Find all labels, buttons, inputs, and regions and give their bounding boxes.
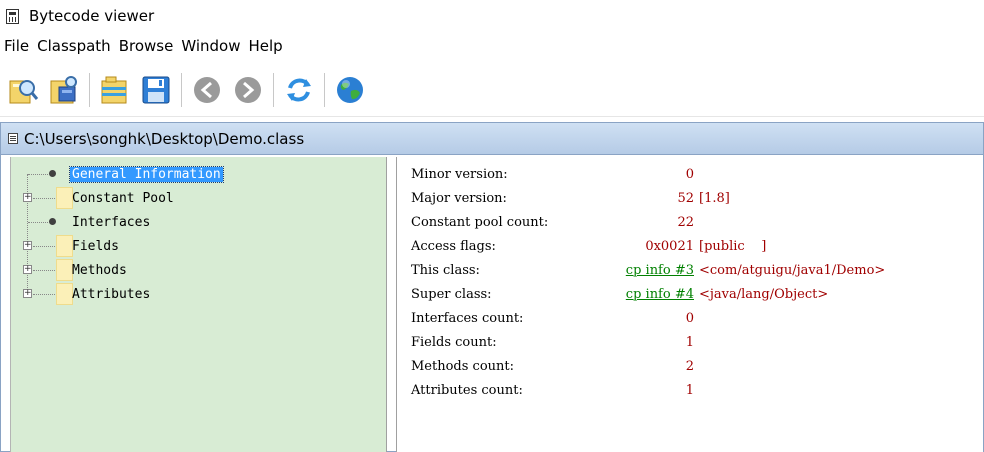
open-class-icon [9,79,39,103]
menu-help[interactable]: Help [248,37,282,55]
expand-icon[interactable]: + [23,265,32,274]
reload-button[interactable] [280,71,318,109]
tree-connector [33,294,55,295]
detail-label: Major version: [411,190,507,206]
tree-item-label: Constant Pool [72,190,174,206]
detail-label: Interfaces count: [411,310,524,326]
detail-extra: <com/atguigu/java1/Demo> [699,262,886,278]
tree-connector [28,174,48,175]
cp-info-link[interactable]: cp info #3 [626,263,694,278]
detail-row-this-class: This class: cp info #3 <com/atguigu/java… [411,258,981,282]
detail-value: 0 [685,310,694,326]
detail-value: 1 [685,382,694,398]
browser-button[interactable] [331,71,369,109]
open-jar-button[interactable] [45,71,83,109]
class-structure-tree: General Information + Constant Pool Inte… [10,157,387,452]
detail-label: Constant pool count: [411,214,549,230]
menu-browse[interactable]: Browse [119,37,174,55]
detail-row-constant-pool-count: Constant pool count: 22 [411,210,981,234]
expand-icon[interactable]: + [23,241,32,250]
tree-item-methods[interactable]: + Methods [11,258,388,282]
detail-label: Super class: [411,286,492,302]
detail-label: Access flags: [411,238,496,254]
detail-value: 2 [685,358,694,374]
detail-row-attributes-count: Attributes count: 1 [411,378,981,402]
detail-row-major-version: Major version: 52 [1.8] [411,186,981,210]
cp-info-link[interactable]: cp info #4 [626,287,694,302]
tree-item-interfaces[interactable]: Interfaces [11,210,388,234]
detail-extra: <java/lang/Object> [699,286,829,302]
detail-row-access-flags: Access flags: 0x0021 [public ] [411,234,981,258]
forward-button[interactable] [229,71,267,109]
detail-label: This class: [411,262,480,278]
tree-connector [28,222,48,223]
open-folder-button[interactable] [96,71,134,109]
reload-icon [287,78,311,101]
tree-item-label: Fields [72,238,119,254]
toolbar-separator [324,72,325,107]
expand-icon[interactable]: + [23,289,32,298]
leaf-node-icon [49,170,56,177]
leaf-node-icon [49,218,56,225]
general-information-panel: Minor version: 0 Major version: 52 [1.8]… [396,157,983,452]
menu-bar: File Classpath Browse Window Help [0,32,984,60]
forward-icon [235,76,261,103]
toolbar-separator [181,72,182,107]
tree-item-label: Methods [72,262,127,278]
tree-item-attributes[interactable]: + Attributes [11,282,388,306]
detail-value: 52 [677,190,694,206]
tree-item-label: Attributes [72,286,151,302]
globe-icon [337,76,363,103]
detail-label: Minor version: [411,166,508,182]
detail-value: 1 [685,334,694,350]
tree-item-label: General Information [69,165,224,183]
title-bar: Bytecode viewer [0,0,984,32]
menu-classpath[interactable]: Classpath [37,37,111,55]
open-jar-icon [50,75,77,103]
detail-value: 0 [685,166,694,182]
document-icon [8,133,18,144]
detail-row-fields-count: Fields count: 1 [411,330,981,354]
detail-label: Attributes count: [411,382,523,398]
app-icon [6,8,19,24]
save-button[interactable] [137,71,175,109]
detail-row-interfaces-count: Interfaces count: 0 [411,306,981,330]
detail-extra: [1.8] [699,190,730,206]
detail-value: 22 [677,214,694,230]
tree-connector [33,246,55,247]
save-icon [142,76,170,103]
tree-connector [33,270,55,271]
expand-icon[interactable]: + [23,193,32,202]
toolbar-separator [89,72,90,107]
window-title: Bytecode viewer [29,7,155,25]
tree-item-fields[interactable]: + Fields [11,234,388,258]
detail-row-methods-count: Methods count: 2 [411,354,981,378]
frame-title-bar[interactable]: C:\Users\songhk\Desktop\Demo.class [1,123,983,155]
class-file-window: C:\Users\songhk\Desktop\Demo.class Gener… [0,122,984,452]
detail-row-minor-version: Minor version: 0 [411,162,981,186]
detail-extra: [public ] [699,238,767,254]
detail-label: Fields count: [411,334,497,350]
menu-window[interactable]: Window [181,37,240,55]
detail-value: 0x0021 [645,238,694,254]
tree-connector [33,198,55,199]
toolbar [0,63,984,117]
detail-label: Methods count: [411,358,515,374]
tree-item-general-information[interactable]: General Information [11,162,388,186]
file-path: C:\Users\songhk\Desktop\Demo.class [24,129,305,148]
toolbar-separator [273,72,274,107]
menu-file[interactable]: File [4,37,29,55]
open-class-button[interactable] [4,71,42,109]
back-button[interactable] [188,71,226,109]
open-folder-icon [101,76,127,103]
tree-item-constant-pool[interactable]: + Constant Pool [11,186,388,210]
tree-item-label: Interfaces [72,214,151,230]
detail-row-super-class: Super class: cp info #4 <java/lang/Objec… [411,282,981,306]
back-icon [194,76,220,103]
